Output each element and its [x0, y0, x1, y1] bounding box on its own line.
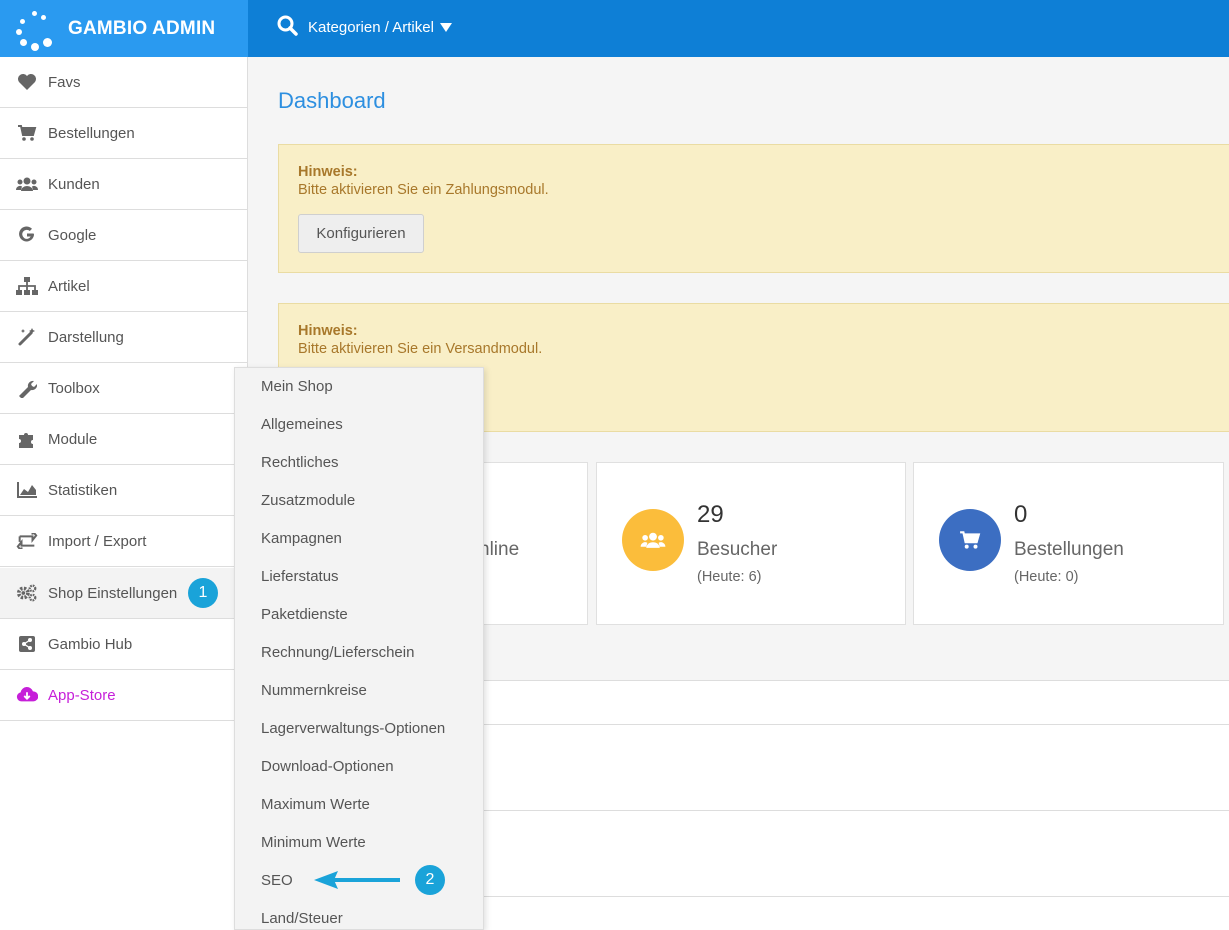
sidebar-item-google[interactable]: Google: [0, 210, 247, 261]
stat-card-visitors: 29 Besucher (Heute: 6): [596, 462, 906, 625]
stat-subtext: (Heute: 6): [697, 569, 762, 585]
stat-label: nline: [479, 539, 520, 560]
submenu-item-minimum-werte[interactable]: Minimum Werte: [261, 834, 366, 851]
sidebar-item-shop-einstellungen[interactable]: Shop Einstellungen 1: [0, 568, 247, 619]
exchange-icon: [16, 531, 38, 551]
alert-title: Hinweis:: [298, 164, 358, 180]
google-icon: [16, 225, 38, 245]
sidebar-item-label: Favs: [48, 73, 81, 91]
sidebar-item-label: Shop Einstellungen: [48, 584, 178, 602]
annotation-arrow-icon: [314, 871, 400, 889]
category-menu-label: Kategorien / Artikel: [308, 19, 434, 36]
category-menu-dropdown[interactable]: Kategorien / Artikel: [308, 19, 452, 36]
submenu-item-lieferstatus[interactable]: Lieferstatus: [261, 568, 339, 585]
sidebar-item-gambio-hub[interactable]: Gambio Hub: [0, 619, 247, 670]
submenu-item-maximum-werte[interactable]: Maximum Werte: [261, 796, 370, 813]
gambio-logo-icon: [12, 7, 56, 51]
submenu-item-zusatzmodule[interactable]: Zusatzmodule: [261, 492, 355, 509]
sidebar-item-import-export[interactable]: Import / Export: [0, 516, 247, 567]
alert-payment: Hinweis: Bitte aktivieren Sie ein Zahlun…: [278, 144, 1229, 273]
alert-text: Bitte aktivieren Sie ein Versandmodul.: [298, 341, 543, 357]
alert-title: Hinweis:: [298, 323, 358, 339]
caret-down-icon: [439, 23, 452, 32]
cloud-download-icon: [16, 685, 38, 705]
sidebar-item-bestellungen[interactable]: Bestellungen: [0, 108, 247, 159]
area-chart-icon: [16, 480, 38, 500]
sidebar-item-label: Toolbox: [48, 379, 100, 397]
search-icon[interactable]: [276, 14, 300, 38]
top-bar: GAMBIO ADMIN Kategorien / Artikel: [0, 0, 1229, 57]
stat-card-orders: 0 Bestellungen (Heute: 0): [913, 462, 1224, 625]
submenu-item-nummernkreise[interactable]: Nummernkreise: [261, 682, 367, 699]
brand[interactable]: GAMBIO ADMIN: [0, 0, 248, 57]
submenu-item-allgemeines[interactable]: Allgemeines: [261, 416, 343, 433]
stat-label: Besucher: [697, 539, 778, 560]
submenu-item-seo[interactable]: SEO: [261, 872, 293, 889]
submenu-item-lagerverwaltungs-optionen[interactable]: Lagerverwaltungs-Optionen: [261, 720, 445, 737]
sidebar-item-label: Gambio Hub: [48, 635, 133, 653]
configure-button[interactable]: Konfigurieren: [298, 214, 424, 253]
sidebar-item-toolbox[interactable]: Toolbox: [0, 363, 247, 414]
heart-icon: [16, 72, 38, 92]
stat-number: 29: [697, 501, 724, 528]
share-icon: [16, 634, 38, 654]
submenu-item-paketdienste[interactable]: Paketdienste: [261, 606, 348, 623]
sidebar-item-label: Artikel: [48, 277, 90, 295]
page-title: Dashboard: [278, 88, 386, 113]
wrench-icon: [16, 378, 38, 398]
users-icon: [622, 509, 684, 571]
submenu-item-kampagnen[interactable]: Kampagnen: [261, 530, 342, 547]
sidebar-item-label: Bestellungen: [48, 124, 135, 142]
sidebar-item-module[interactable]: Module: [0, 414, 247, 465]
sidebar-item-label: Google: [48, 226, 97, 244]
submenu-item-mein-shop[interactable]: Mein Shop: [261, 378, 333, 395]
cart-icon: [16, 123, 38, 143]
sidebar-item-kunden[interactable]: Kunden: [0, 159, 247, 210]
step-badge-1: 1: [188, 578, 218, 608]
brand-title: GAMBIO ADMIN: [68, 17, 216, 39]
sidebar-item-artikel[interactable]: Artikel: [0, 261, 247, 312]
sidebar: Favs Bestellungen Kunden Google Artikel …: [0, 57, 248, 930]
submenu-item-rechnung-lieferschein[interactable]: Rechnung/Lieferschein: [261, 644, 414, 661]
sidebar-item-app-store[interactable]: App-Store: [0, 670, 247, 721]
sidebar-item-label: Module: [48, 430, 98, 448]
sidebar-item-label: App-Store: [48, 686, 116, 704]
stat-number: 0: [1014, 501, 1028, 528]
cart-icon: [939, 509, 1001, 571]
shop-settings-submenu: Mein Shop Allgemeines Rechtliches Zusatz…: [234, 367, 484, 930]
stat-subtext: (Heute: 0): [1014, 569, 1079, 585]
sidebar-item-label: Statistiken: [48, 481, 118, 499]
sidebar-item-label: Import / Export: [48, 532, 147, 550]
step-badge-2: 2: [415, 865, 445, 895]
sidebar-item-label: Darstellung: [48, 328, 124, 346]
gears-icon: [16, 583, 38, 603]
magic-wand-icon: [16, 327, 38, 347]
submenu-item-download-optionen[interactable]: Download-Optionen: [261, 758, 394, 775]
submenu-item-rechtliches[interactable]: Rechtliches: [261, 454, 339, 471]
alert-text: Bitte aktivieren Sie ein Zahlungsmodul.: [298, 182, 549, 198]
sidebar-item-label: Kunden: [48, 175, 100, 193]
puzzle-icon: [16, 429, 38, 449]
users-icon: [16, 174, 38, 194]
stat-label: Bestellungen: [1014, 539, 1124, 560]
submenu-item-land-steuer[interactable]: Land/Steuer: [261, 910, 343, 927]
sidebar-item-darstellung[interactable]: Darstellung: [0, 312, 247, 363]
sitemap-icon: [16, 276, 38, 296]
sidebar-item-statistiken[interactable]: Statistiken: [0, 465, 247, 516]
sidebar-item-favs[interactable]: Favs: [0, 57, 247, 108]
